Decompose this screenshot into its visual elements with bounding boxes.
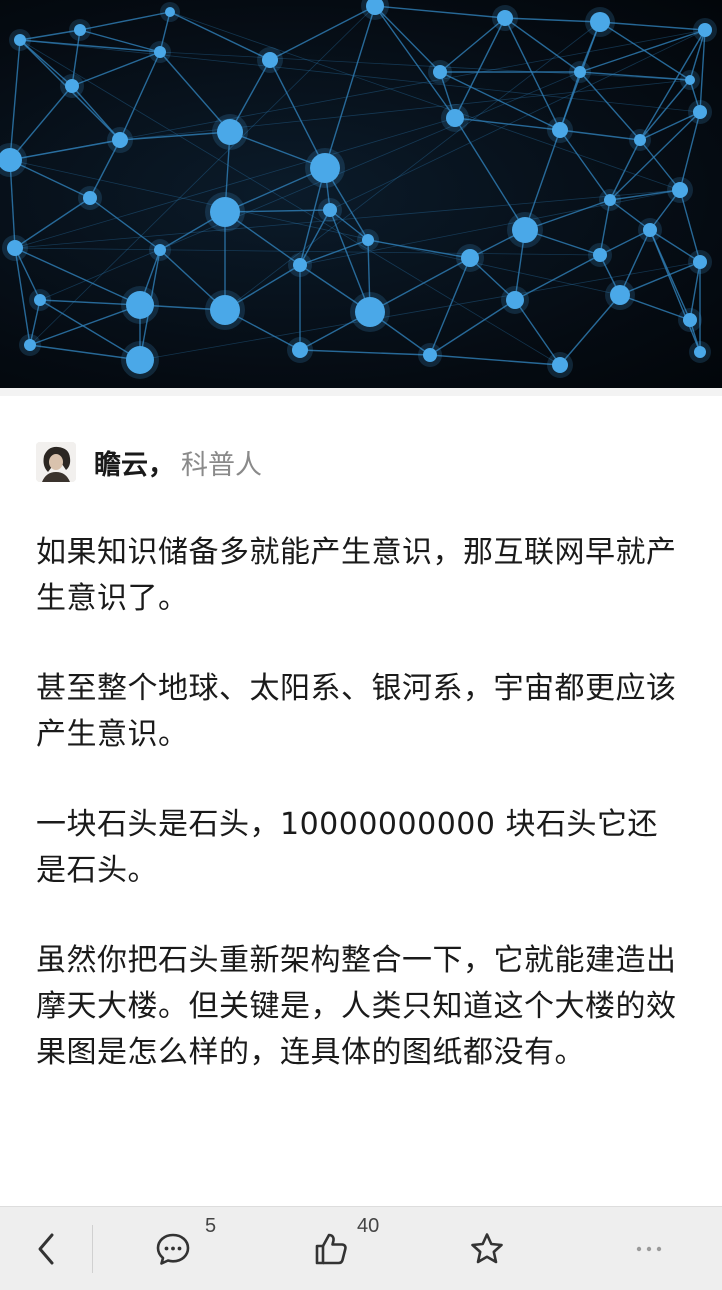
network-node <box>126 346 154 374</box>
answer-paragraph: 如果知识储备多就能产生意识，那互联网早就产生意识了。 <box>36 535 677 616</box>
network-node <box>293 258 307 272</box>
network-node <box>262 52 278 68</box>
network-link <box>14 247 601 256</box>
toolbar-divider <box>92 1225 93 1273</box>
favorite-button[interactable] <box>462 1207 512 1290</box>
network-link <box>429 354 561 366</box>
network-link <box>579 71 691 81</box>
neural-network-image <box>0 0 722 388</box>
network-node <box>433 65 447 79</box>
network-node <box>355 297 385 327</box>
avatar[interactable] <box>36 442 76 482</box>
answer-paragraph: 虽然你把石头重新架构整合一下，它就能建造出摩天大楼。但关键是，人类只知道这个大楼… <box>36 943 677 1070</box>
network-node <box>217 119 243 145</box>
network-graphic <box>0 0 717 379</box>
more-icon <box>636 1246 662 1252</box>
network-node <box>552 122 568 138</box>
network-link <box>599 21 691 81</box>
network-link <box>454 117 561 131</box>
star-icon <box>471 1233 503 1264</box>
network-node <box>112 132 128 148</box>
network-node <box>574 66 586 78</box>
network-node <box>362 234 374 246</box>
network-link <box>649 229 701 353</box>
network-node <box>634 134 646 146</box>
network-link <box>514 254 601 301</box>
author-name[interactable]: 瞻云 <box>94 443 148 482</box>
network-node <box>604 194 616 206</box>
like-button[interactable] <box>306 1207 356 1290</box>
network-node <box>512 217 538 243</box>
network-node <box>74 24 86 36</box>
image-divider <box>0 388 722 396</box>
network-node <box>694 346 706 358</box>
network-node <box>672 182 688 198</box>
network-link <box>454 117 526 231</box>
network-node <box>506 291 524 309</box>
network-node <box>323 203 337 217</box>
network-node <box>446 109 464 127</box>
network-node <box>83 191 97 205</box>
network-link <box>9 39 21 161</box>
network-node <box>610 285 630 305</box>
network-node <box>693 255 707 269</box>
network-node <box>14 34 26 46</box>
answer-paragraph: 一块石头是石头，10000000000 块石头它还是石头。 <box>36 807 658 888</box>
network-node <box>685 75 695 85</box>
network-node <box>24 339 36 351</box>
network-link <box>169 11 271 61</box>
comment-button[interactable] <box>148 1207 198 1290</box>
network-link <box>79 11 171 31</box>
network-node <box>65 79 79 93</box>
network-node <box>154 46 166 58</box>
more-button[interactable] <box>624 1207 674 1290</box>
network-node <box>693 105 707 119</box>
network-node <box>643 223 657 237</box>
network-node <box>461 249 479 267</box>
network-link <box>119 79 691 141</box>
network-link <box>429 299 516 356</box>
network-node <box>34 294 46 306</box>
network-node <box>7 240 23 256</box>
network-node <box>698 23 712 37</box>
network-node <box>552 357 568 373</box>
network-node <box>154 244 166 256</box>
network-node <box>497 10 513 26</box>
network-node <box>590 12 610 32</box>
comment-icon <box>156 1233 190 1265</box>
answer-content: 如果知识储备多就能产生意识，那互联网早就产生意识了。 甚至整个地球、太阳系、银河… <box>36 530 686 1120</box>
bottom-toolbar: 5 40 <box>0 1206 722 1290</box>
answer-page: 瞻云 ， 科普人 如果知识储备多就能产生意识，那互联网早就产生意识了。 甚至整个… <box>0 0 722 1290</box>
back-button[interactable] <box>20 1207 72 1290</box>
network-node <box>423 348 437 362</box>
network-link <box>14 197 91 249</box>
network-link <box>299 349 431 356</box>
chevron-left-icon <box>38 1233 54 1265</box>
network-node <box>683 313 697 327</box>
avatar-icon <box>36 442 76 482</box>
author-title: 科普人 <box>181 449 262 481</box>
answer-paragraph: 甚至整个地球、太阳系、银河系，宇宙都更应该产生意识。 <box>36 671 677 752</box>
comment-count: 5 <box>205 1215 217 1237</box>
network-link <box>504 17 581 73</box>
network-node <box>210 295 240 325</box>
network-link <box>374 5 506 19</box>
network-link <box>599 21 706 31</box>
network-node <box>310 153 340 183</box>
network-node <box>126 291 154 319</box>
network-node <box>593 248 607 262</box>
thumbs-up-icon <box>315 1233 347 1265</box>
network-link <box>14 189 681 249</box>
network-node <box>292 342 308 358</box>
like-count: 40 <box>357 1215 380 1237</box>
network-link <box>269 5 376 61</box>
author-row[interactable]: 瞻云 ， 科普人 <box>36 440 262 484</box>
network-node <box>210 197 240 227</box>
network-node <box>165 7 175 17</box>
author-separator: ， <box>148 449 175 481</box>
network-link <box>579 71 641 141</box>
network-link <box>429 257 471 356</box>
network-link <box>329 29 706 211</box>
network-link <box>89 197 161 251</box>
